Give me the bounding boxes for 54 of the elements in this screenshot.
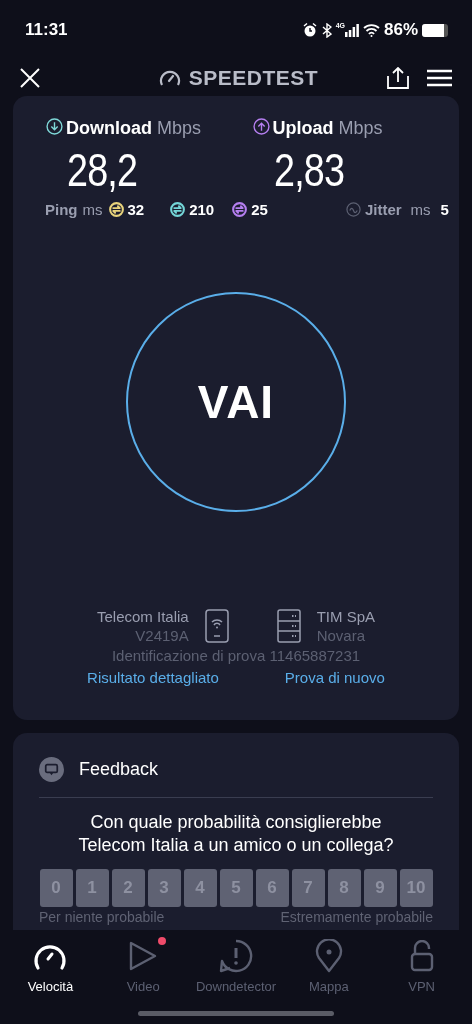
unit-label: ms [82,201,103,218]
clock: 11:31 [25,20,68,40]
close-button[interactable] [20,68,40,88]
signal-icon [344,23,359,37]
server-icon [276,609,301,643]
speed-value: 2,83 [273,143,344,197]
nav-tab[interactable]: Downdetector [189,938,283,994]
go-button[interactable]: VAI [126,292,346,512]
scale-low-label: Per niente probabile [39,909,165,925]
menu-icon [427,69,452,87]
ping-label: Ping [45,201,78,218]
alarm-icon [301,22,318,38]
close-icon [20,68,40,88]
nav-tab[interactable]: Mappa [282,938,376,994]
scale-high-label: Estremamente probabile [280,909,433,925]
chat-bubble-icon [39,757,64,782]
menu-button[interactable] [427,69,452,87]
server-city: Novara [316,627,367,644]
result-label: Upload [272,118,334,138]
feedback-title: Feedback [79,759,159,779]
battery-icon [422,23,448,37]
test-id: Identificazione di prova 11465887231 [111,647,361,664]
link[interactable]: Risultato dettagliato [87,669,219,686]
play-icon [128,940,159,972]
unit-label: Mbps [157,118,201,138]
jitter-value: 5 [440,201,449,218]
share-button[interactable] [387,67,409,89]
device-name: V2419A [134,627,189,644]
nav-tab[interactable]: Velocità [4,938,97,994]
wave-circle-icon [345,202,361,217]
speed-value: 28,2 [67,143,138,197]
padlock-icon [409,940,434,972]
isp-name: Telecom Italia [96,608,189,625]
ping-value: 25 [251,201,268,218]
result-label: Download [66,118,152,138]
wifi-icon [362,23,380,37]
battery-percent: 86% [383,20,418,40]
alert-bubble-icon [219,939,253,973]
nav-tab[interactable]: VPN [375,938,468,994]
gauge-icon [158,70,181,86]
jitter-label: Jitter [364,201,402,218]
link[interactable]: Prova di nuovo [284,669,385,686]
ping-value: 210 [189,201,215,218]
nav-tab[interactable]: Video [96,938,190,994]
map-pin-icon [314,939,343,973]
share-icon [387,67,409,89]
unit-label: Mbps [338,118,383,138]
unit-label: ms [410,201,431,218]
phone-wifi-icon [204,609,229,643]
server-name: TIM SpA [316,608,376,625]
ping-value: 32 [127,201,145,218]
bluetooth-icon [321,22,332,38]
app-title: SPEEDTEST [188,66,319,90]
survey-question: Con quale probabilità consiglierebbe Telecom Italia a un amico o un collega? [78,812,394,855]
